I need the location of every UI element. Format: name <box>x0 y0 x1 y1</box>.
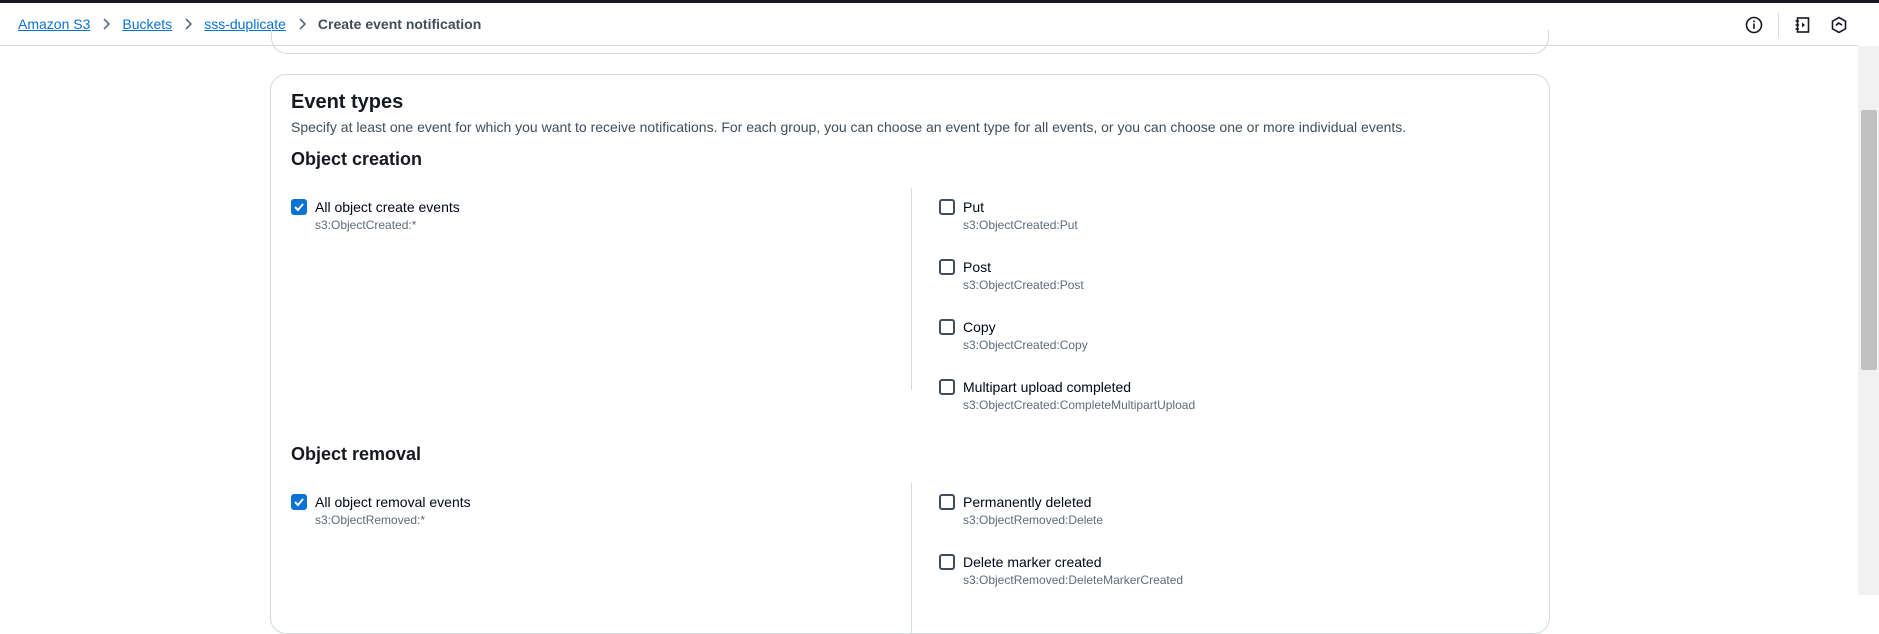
checkbox-unchecked[interactable] <box>939 554 955 570</box>
checkbox-unchecked[interactable] <box>939 259 955 275</box>
group-divider <box>911 188 912 390</box>
checkbox-unchecked[interactable] <box>939 494 955 510</box>
group-divider <box>911 483 912 633</box>
checkbox-checked[interactable] <box>291 494 307 510</box>
checkbox-label: Permanently deleted <box>963 494 1092 510</box>
checkbox-label: Delete marker created <box>963 554 1102 570</box>
checkbox-checked[interactable] <box>291 199 307 215</box>
breadcrumb-buckets[interactable]: Buckets <box>122 16 172 32</box>
notebook-icon[interactable] <box>1791 13 1815 37</box>
checkbox-label: All object create events <box>315 199 460 215</box>
section-description: Specify at least one event for which you… <box>291 119 1407 135</box>
header-divider <box>1778 12 1779 37</box>
event-name: s3:ObjectCreated:Put <box>963 218 1078 232</box>
info-icon[interactable] <box>1742 13 1766 37</box>
group-title-object-creation: Object creation <box>291 149 423 169</box>
checkbox-label: Copy <box>963 319 996 335</box>
checkbox-all-object-removal-events[interactable]: All object removal events s3:ObjectRemov… <box>291 492 471 528</box>
checkbox-unchecked[interactable] <box>939 379 955 395</box>
checkbox-permanently-deleted[interactable]: Permanently deleted s3:ObjectRemoved:Del… <box>939 492 1103 528</box>
previous-section-card <box>271 30 1549 54</box>
checkbox-all-object-create-events[interactable]: All object create events s3:ObjectCreate… <box>291 197 460 233</box>
checkbox-label: Put <box>963 199 985 215</box>
checkbox-unchecked[interactable] <box>939 319 955 335</box>
checkbox-unchecked[interactable] <box>939 199 955 215</box>
section-title: Event types <box>291 91 404 113</box>
checkbox-label: Multipart upload completed <box>963 379 1132 395</box>
event-name: s3:ObjectCreated:Post <box>963 278 1084 292</box>
checkbox-label: Post <box>963 259 992 275</box>
checkbox-delete-marker-created[interactable]: Delete marker created s3:ObjectRemoved:D… <box>939 552 1183 588</box>
event-name: s3:ObjectRemoved:Delete <box>963 513 1104 527</box>
event-name: s3:ObjectCreated:Copy <box>963 338 1088 352</box>
checkbox-post[interactable]: Post s3:ObjectCreated:Post <box>939 257 1084 293</box>
chevron-right-icon <box>101 17 111 31</box>
group-title-object-removal: Object removal <box>291 444 422 464</box>
event-types-card: Event types Specify at least one event f… <box>270 74 1550 634</box>
scrollbar-thumb[interactable] <box>1861 110 1877 370</box>
settings-hex-icon[interactable] <box>1827 13 1851 37</box>
chevron-right-icon <box>183 17 193 31</box>
checkbox-label: All object removal events <box>315 494 471 510</box>
checkbox-multipart-upload-completed[interactable]: Multipart upload completed s3:ObjectCrea… <box>939 377 1195 413</box>
event-name: s3:ObjectRemoved:DeleteMarkerCreated <box>963 573 1184 587</box>
event-name: s3:ObjectCreated:* <box>315 218 417 232</box>
event-name: s3:ObjectCreated:CompleteMultipartUpload <box>963 398 1196 412</box>
checkbox-copy[interactable]: Copy s3:ObjectCreated:Copy <box>939 317 1088 353</box>
checkbox-put[interactable]: Put s3:ObjectCreated:Put <box>939 197 1078 233</box>
chevron-right-icon <box>297 17 307 31</box>
header-tools <box>1730 3 1851 46</box>
event-name: s3:ObjectRemoved:* <box>315 513 426 527</box>
breadcrumb-amazon-s3[interactable]: Amazon S3 <box>18 16 90 32</box>
